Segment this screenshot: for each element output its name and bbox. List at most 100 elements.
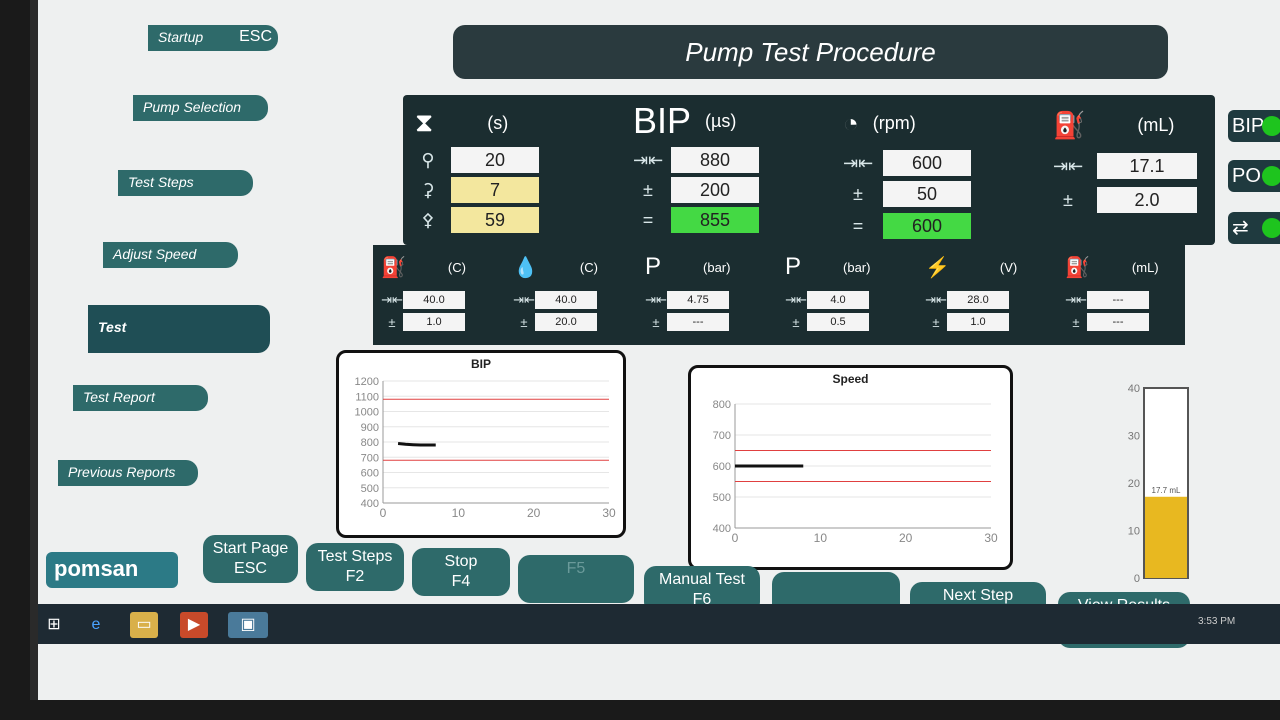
speed-row-act: = 600 (843, 213, 971, 239)
chart-title: Speed (832, 372, 869, 386)
button-label: Stop (444, 553, 478, 570)
y-tick-label: 500 (361, 483, 379, 495)
y-tick-label: 1000 (355, 407, 379, 419)
volume-row-set: ⇥⇤ 17.1 (1053, 153, 1197, 179)
return-vol-row-set: ⇥⇤ --- (1065, 291, 1149, 309)
x-tick-label: 30 (984, 531, 998, 545)
sidebar-item-adjust-speed[interactable]: Adjust Speed (103, 242, 238, 268)
oil-temp-row-tol: ±20.0 (513, 313, 597, 331)
sidebar-item-test-steps[interactable]: Test Steps (118, 170, 253, 196)
volume-group: ⛽ (mL) ⇥⇤ 17.1 ± 2.0 (1033, 95, 1213, 245)
fuel-pressure-icon: P (645, 253, 662, 280)
media-player-icon[interactable]: ▶ (180, 612, 208, 638)
y-tick-label: 900 (361, 422, 379, 434)
bip-chart: BIP 1200 1100 1000 900 800 700 600 500 400 0 10 20 3… (336, 350, 626, 538)
windows-taskbar: ⊞ e ▭ ▶ ▣ 3:53 PM (38, 604, 1280, 644)
bip-unit: (µs) (705, 110, 737, 131)
params-panel: ⧗ (s) ⚲ 20 ⚳ 7 ⚴ 59 BIP (µs) ⇥⇤ 880 ± 20… (403, 95, 1215, 245)
time-row-3: ⚴ 59 (413, 207, 539, 233)
sidebar-item-label: Pump Selection (143, 99, 242, 115)
tank-tick-label: 10 (1128, 526, 1140, 538)
bip-chart-plot: 1200 1100 1000 900 800 700 600 500 4000 10 20 30 (355, 376, 616, 520)
aux-params-panel: ⛽ (C) ⇥⇤ 40.0 ±1.0 💧 (C) ⇥⇤ 40.0 ±20.0 P (… (373, 245, 1185, 345)
oil-press-row-tol: ±0.5 (785, 313, 869, 331)
fuel-temp-tolerance: 1.0 (403, 313, 465, 331)
oil-temp-row-set: ⇥⇤ 40.0 (513, 291, 597, 309)
sidebar-item-test[interactable]: Test (88, 305, 270, 353)
sidebar-item-pump-selection[interactable]: Pump Selection (133, 95, 268, 121)
x-tick-label: 20 (527, 506, 541, 520)
stop-button[interactable]: Stop F4 (412, 548, 510, 596)
sidebar-item-test-report[interactable]: Test Report (73, 385, 208, 411)
fuel-press-unit: (bar) (703, 259, 731, 275)
time-row-2: ⚳ 7 (413, 177, 539, 203)
volume-setpoint: 17.1 (1097, 153, 1197, 179)
speedometer-icon: ◔ (843, 107, 859, 138)
pomsan-logo: pomsan (46, 552, 178, 588)
tolerance-icon: ± (388, 314, 396, 330)
speed-row-set: ⇥⇤ 600 (843, 150, 971, 176)
disabled-button-f5[interactable]: F5 (518, 555, 634, 603)
fuel-press-setpoint: 4.75 (667, 291, 729, 309)
speed-unit: (rpm) (872, 112, 916, 133)
volume-row-tol: ± 2.0 (1053, 187, 1197, 213)
time-header: ⧗ (s) (415, 103, 508, 143)
fuel-temp-setpoint: 40.0 (403, 291, 465, 309)
app-taskbar-icon[interactable]: ▣ (228, 612, 268, 638)
start-page-button[interactable]: Start Page ESC (203, 535, 298, 583)
logo-text: pomsan (54, 556, 139, 581)
volume-tolerance: 2.0 (1097, 187, 1197, 213)
oil-press-tolerance: 0.5 (807, 313, 869, 331)
sidebar-item-label: Test Report (83, 389, 155, 405)
time-value-1: 20 (451, 147, 539, 173)
y-tick-label: 800 (713, 399, 731, 411)
volume-tank-gauge: 40 30 20 10 0 17.7 mL (1110, 378, 1198, 593)
bip-label: BIP (633, 100, 692, 141)
x-tick-label: 10 (452, 506, 466, 520)
y-tick-label: 600 (713, 461, 731, 473)
app-window: Startup ESC Pump Selection Test Steps Ad… (30, 0, 1280, 700)
tolerance-icon: ± (792, 314, 800, 330)
tolerance-icon: ± (932, 314, 940, 330)
tolerance-icon: ± (853, 183, 863, 204)
test-steps-button[interactable]: Test Steps F2 (306, 543, 404, 591)
target-icon: ⇥⇤ (925, 292, 947, 307)
oil-pressure-indicator[interactable]: PO (1228, 160, 1280, 192)
voltage-row-set: ⇥⇤ 28.0 (925, 291, 1009, 309)
tank-gauge-svg: 40 30 20 10 0 17.7 mL (1128, 383, 1189, 585)
status-led (1262, 116, 1280, 136)
oil-press-unit: (bar) (843, 259, 871, 275)
return-vol-tolerance: --- (1087, 313, 1149, 331)
equals-icon: = (852, 215, 864, 236)
button-key: F2 (345, 568, 365, 585)
speed-header: ◔ (rpm) (843, 103, 916, 143)
tolerance-icon: ± (652, 314, 660, 330)
speed-setpoint: 600 (883, 150, 971, 176)
tank-tick-label: 0 (1134, 573, 1140, 585)
sidebar-item-label: Previous Reports (68, 464, 176, 480)
folder-icon[interactable]: ▭ (130, 612, 158, 638)
equals-icon: = (642, 209, 654, 230)
oil-temp-header: 💧 (C) (513, 247, 598, 287)
target-icon: ⇥⇤ (381, 292, 403, 307)
button-key: F5 (566, 560, 586, 577)
target-icon: ⇥⇤ (785, 292, 807, 307)
time-value-3: 59 (451, 207, 539, 233)
start-icon[interactable]: ⊞ (40, 612, 68, 638)
sidebar-item-previous-reports[interactable]: Previous Reports (58, 460, 198, 486)
tank-tick-label: 20 (1128, 478, 1140, 490)
button-label: Test Steps (317, 548, 393, 565)
sidebar-item-startup[interactable]: Startup ESC (148, 25, 278, 51)
speed-tolerance: 50 (883, 181, 971, 207)
x-tick-label: 30 (602, 506, 616, 520)
fuel-press-row-set: ⇥⇤ 4.75 (645, 291, 729, 309)
target-icon: ⇥⇤ (843, 152, 874, 173)
fuel-temp-row-tol: ±1.0 (381, 313, 465, 331)
bip-indicator[interactable]: BIP (1228, 110, 1280, 142)
indicator-label: PO (1232, 165, 1261, 187)
bip-row-act: = 855 (633, 207, 759, 233)
tank-level-label: 17.7 mL (1152, 486, 1181, 495)
series-line (397, 442, 436, 447)
direction-indicator[interactable]: ⇄ (1228, 212, 1280, 244)
ie-icon[interactable]: e (82, 612, 110, 638)
